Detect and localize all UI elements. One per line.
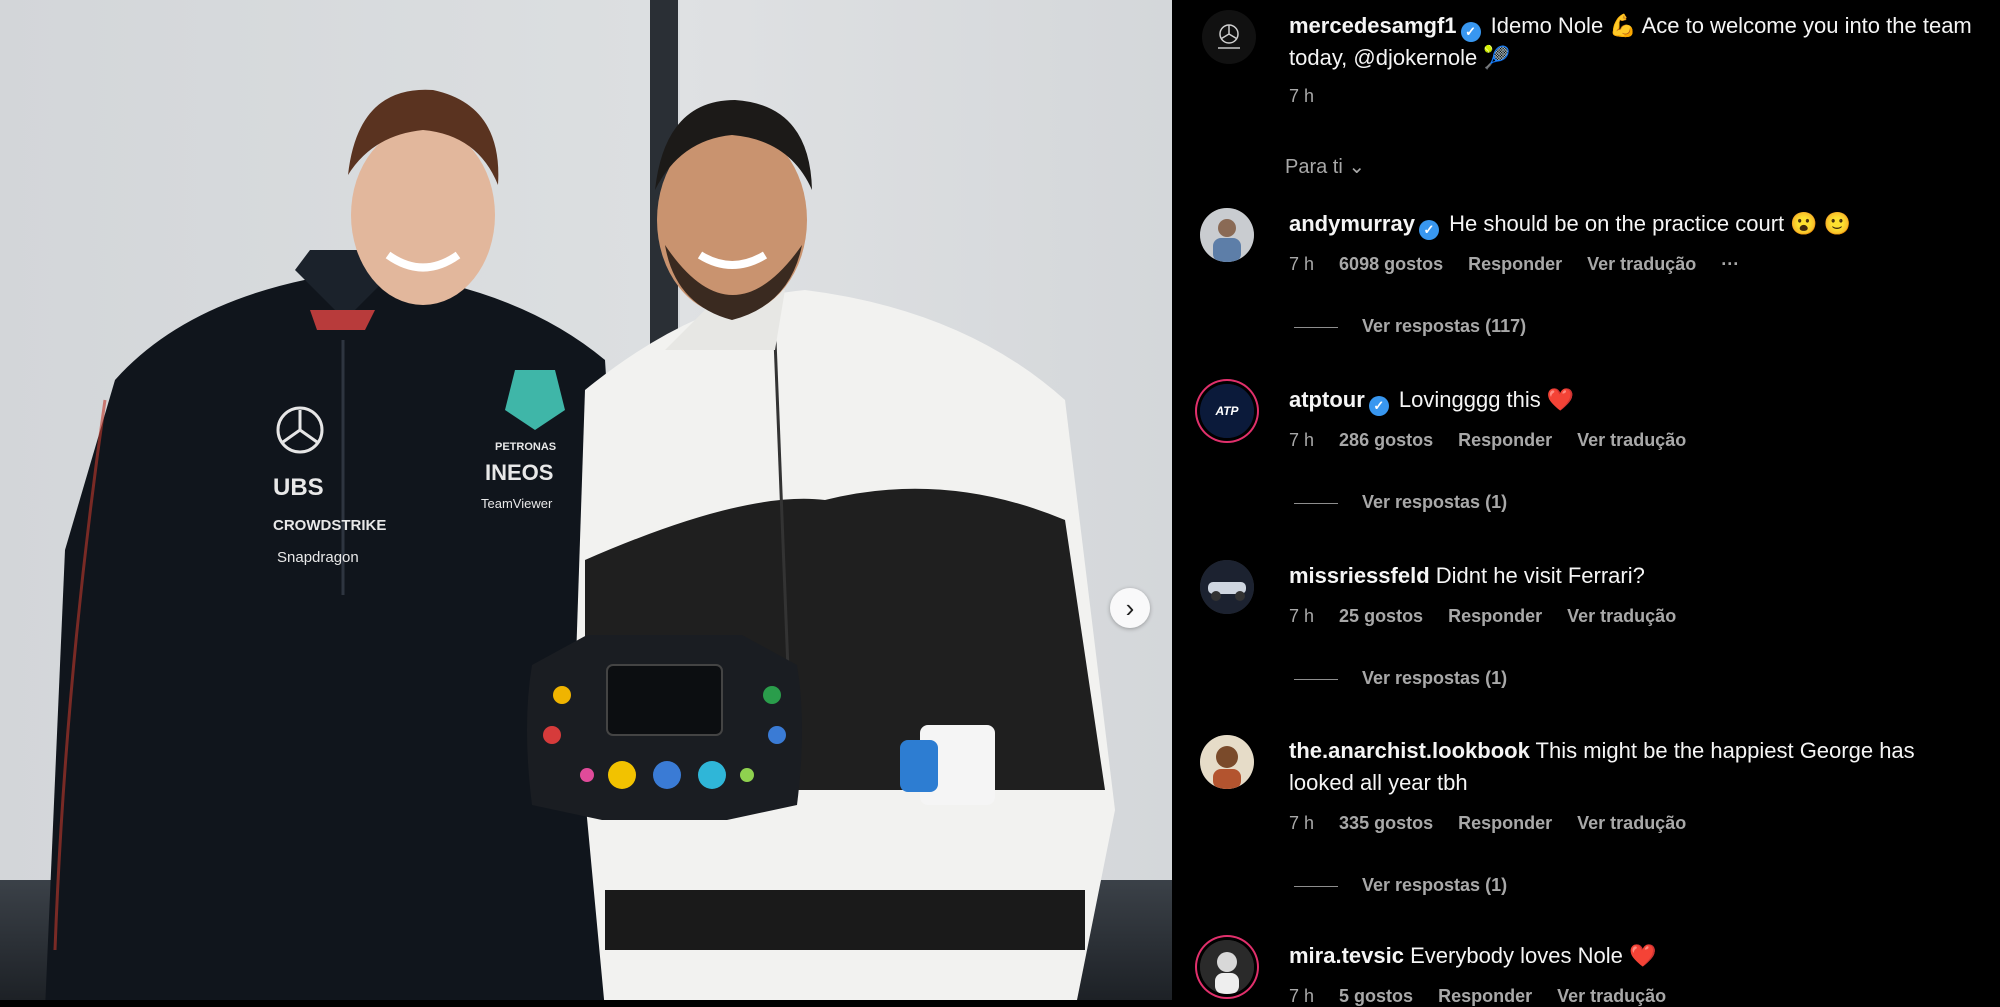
post-photo[interactable]: UBS CROWDSTRIKE Snapdragon PETRONAS INEO…	[0, 0, 1172, 1000]
post-author-avatar[interactable]	[1202, 10, 1256, 64]
view-replies-button[interactable]: Ver respostas (1)	[1294, 875, 1507, 896]
translate-button[interactable]: Ver tradução	[1567, 606, 1676, 626]
comment-text: mira.tevsic Everybody loves Nole ❤️	[1289, 940, 1979, 972]
translate-button[interactable]: Ver tradução	[1587, 254, 1696, 274]
comment-likes[interactable]: 6098 gostos	[1339, 254, 1443, 274]
verified-badge-icon: ✓	[1460, 22, 1481, 42]
jacket-logo-teamviewer: TeamViewer	[481, 496, 553, 511]
comment-text: andymurray ✓ He should be on the practice…	[1289, 208, 1979, 240]
comment-meta: 7 h 286 gostos Responder Ver tradução	[1289, 430, 1706, 451]
profile-photo-icon	[1200, 560, 1254, 614]
person-right-face	[655, 100, 812, 320]
view-replies-label: Ver respostas (1)	[1362, 668, 1508, 688]
profile-photo-icon	[1200, 940, 1254, 994]
comment-body: Lovingggg this ❤️	[1398, 387, 1575, 412]
replies-divider	[1294, 678, 1338, 680]
reply-button[interactable]: Responder	[1448, 606, 1542, 626]
comment-meta: 7 h 5 gostos Responder Ver tradução	[1289, 986, 1686, 1007]
replies-divider	[1294, 502, 1338, 504]
view-replies-button[interactable]: Ver respostas (117)	[1294, 316, 1526, 337]
translate-button[interactable]: Ver tradução	[1577, 430, 1686, 450]
jacket-logo-crowdstrike: CROWDSTRIKE	[273, 517, 386, 534]
verified-badge-icon: ✓	[1368, 396, 1389, 416]
post-caption: mercedesamgf1 ✓ Idemo Nole 💪 Ace to welco…	[1289, 10, 1979, 74]
jacket-logo-snapdragon: Snapdragon	[277, 549, 359, 566]
comment-likes[interactable]: 25 gostos	[1339, 606, 1423, 626]
jacket-logo-ineos: INEOS	[485, 460, 553, 485]
more-options-icon[interactable]: ···	[1721, 254, 1739, 274]
comment-meta: 7 h 6098 gostos Responder Ver tradução ·…	[1289, 254, 1759, 275]
commenter-avatar[interactable]	[1200, 940, 1254, 994]
commenter-avatar[interactable]: ATP	[1200, 384, 1254, 438]
post-author-username[interactable]: mercedesamgf1	[1289, 13, 1457, 38]
translate-button[interactable]: Ver tradução	[1577, 813, 1686, 833]
commenter-avatar[interactable]	[1200, 560, 1254, 614]
commenter-username[interactable]: missriessfeld	[1289, 563, 1430, 588]
view-replies-label: Ver respostas (117)	[1362, 316, 1527, 336]
f1-steering-wheel	[527, 635, 802, 820]
comment-body: Everybody loves Nole ❤️	[1410, 943, 1657, 968]
comment-time: 7 h	[1289, 606, 1315, 626]
comment-likes[interactable]: 5 gostos	[1339, 986, 1413, 1006]
comments-panel: mercedesamgf1 ✓ Idemo Nole 💪 Ace to welco…	[1172, 0, 2000, 1006]
translate-button[interactable]: Ver tradução	[1557, 986, 1666, 1006]
view-replies-button[interactable]: Ver respostas (1)	[1294, 668, 1507, 689]
person-left-face	[348, 89, 499, 305]
comment-time: 7 h	[1289, 986, 1315, 1006]
comment-text: the.anarchist.lookbook This might be the…	[1289, 735, 1979, 799]
comment-meta: 7 h 25 gostos Responder Ver tradução	[1289, 606, 1696, 627]
comment-likes[interactable]: 335 gostos	[1339, 813, 1433, 833]
profile-photo-icon	[1200, 208, 1254, 262]
comments-filter-dropdown[interactable]: Para ti ⌄	[1285, 154, 1365, 179]
comment-text: missriessfeld Didnt he visit Ferrari?	[1289, 560, 1979, 592]
atp-logo-icon: ATP	[1200, 384, 1254, 438]
commenter-username[interactable]: mira.tevsic	[1289, 943, 1404, 968]
comment-meta: 7 h 335 gostos Responder Ver tradução	[1289, 813, 1706, 834]
view-replies-label: Ver respostas (1)	[1362, 492, 1508, 512]
commenter-username[interactable]: the.anarchist.lookbook	[1289, 738, 1530, 763]
reply-button[interactable]: Responder	[1468, 254, 1562, 274]
reply-button[interactable]: Responder	[1458, 813, 1552, 833]
comment-body: Didnt he visit Ferrari?	[1435, 563, 1645, 588]
view-replies-button[interactable]: Ver respostas (1)	[1294, 492, 1507, 513]
commenter-username[interactable]: atptour	[1289, 387, 1365, 412]
jacket-logo-ubs: UBS	[273, 474, 324, 501]
profile-photo-icon	[1200, 735, 1254, 789]
comment-likes[interactable]: 286 gostos	[1339, 430, 1433, 450]
verified-badge-icon: ✓	[1418, 220, 1439, 240]
next-image-button[interactable]: ›	[1110, 588, 1150, 628]
comment-time: 7 h	[1289, 813, 1315, 833]
comment-time: 7 h	[1289, 254, 1315, 274]
reply-button[interactable]: Responder	[1438, 986, 1532, 1006]
mercedes-logo-icon	[1218, 24, 1240, 49]
commenter-username[interactable]: andymurray	[1289, 211, 1415, 236]
replies-divider	[1294, 885, 1338, 887]
comment-text: atptour ✓ Lovingggg this ❤️	[1289, 384, 1979, 416]
view-replies-label: Ver respostas (1)	[1362, 875, 1508, 895]
chevron-right-icon: ›	[1125, 592, 1135, 623]
comment-time: 7 h	[1289, 430, 1315, 450]
reply-button[interactable]: Responder	[1458, 430, 1552, 450]
post-time: 7 h	[1289, 86, 1315, 106]
replies-divider	[1294, 326, 1338, 328]
comment-body: He should be on the practice court 😮 🙂	[1449, 211, 1852, 236]
svg-text:ATP: ATP	[1214, 404, 1239, 418]
commenter-avatar[interactable]	[1200, 208, 1254, 262]
commenter-avatar[interactable]	[1200, 735, 1254, 789]
